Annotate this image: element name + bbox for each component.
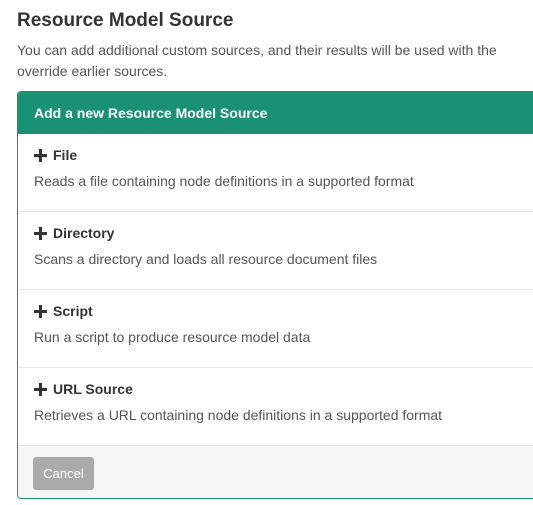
source-item-title[interactable]: Directory	[34, 225, 114, 241]
page: Resource Model Source You can add additi…	[0, 0, 533, 505]
source-item-description: Reads a file containing node definitions…	[34, 173, 414, 189]
source-item-title[interactable]: Script	[34, 303, 93, 319]
panel-heading: Add a new Resource Model Source	[18, 92, 533, 134]
add-source-panel: Add a new Resource Model Source File Rea…	[17, 91, 533, 499]
source-item-label[interactable]: File	[53, 147, 77, 163]
source-item-file[interactable]: File Reads a file containing node defini…	[18, 134, 533, 212]
source-item-title[interactable]: URL Source	[34, 381, 133, 397]
page-description: You can add additional custom sources, a…	[17, 40, 533, 82]
source-item-label[interactable]: Script	[53, 303, 93, 319]
source-item-description: Scans a directory and loads all resource…	[34, 251, 378, 267]
plus-icon	[34, 226, 47, 240]
page-title: Resource Model Source	[17, 10, 234, 31]
panel-footer: Cancel	[18, 445, 533, 498]
plus-icon	[34, 382, 47, 396]
description-line-1: You can add additional custom sources, a…	[17, 42, 497, 58]
cancel-button[interactable]: Cancel	[33, 457, 94, 490]
source-item-description: Run a script to produce resource model d…	[34, 329, 311, 345]
plus-icon	[34, 148, 47, 162]
description-line-2: override earlier sources.	[17, 63, 168, 79]
source-item-label[interactable]: URL Source	[53, 381, 133, 397]
source-item-title[interactable]: File	[34, 147, 77, 163]
source-item-description: Retrieves a URL containing node definiti…	[34, 407, 443, 423]
source-item-script[interactable]: Script Run a script to produce resource …	[18, 290, 533, 368]
source-item-url-source[interactable]: URL Source Retrieves a URL containing no…	[18, 368, 533, 443]
source-item-label[interactable]: Directory	[53, 225, 114, 241]
plus-icon	[34, 304, 47, 318]
source-item-directory[interactable]: Directory Scans a directory and loads al…	[18, 212, 533, 290]
